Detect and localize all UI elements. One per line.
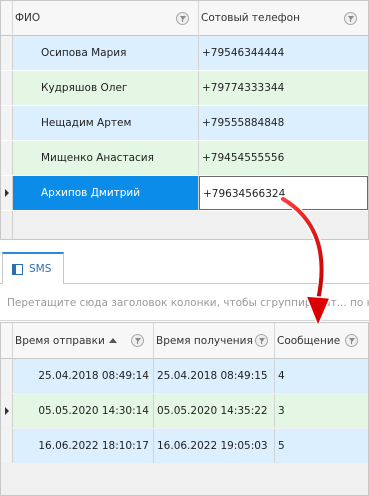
row-indicator[interactable]	[1, 71, 13, 105]
cell-message[interactable]: 3	[275, 394, 368, 428]
current-row-arrow-icon	[5, 407, 9, 415]
cell-fio[interactable]: Архипов Дмитрий	[13, 176, 199, 210]
current-row-arrow-icon	[5, 189, 9, 197]
table-row[interactable]: 25.04.2018 08:49:14 25.04.2018 08:49:15 …	[1, 359, 368, 393]
table-row[interactable]: Осипова Мария +79546344444	[1, 36, 368, 70]
column-header-label: Время отправки	[15, 335, 105, 347]
cell-phone-focused[interactable]: +79634566324	[199, 176, 368, 210]
filter-icon[interactable]	[176, 12, 189, 25]
row-indicator[interactable]	[1, 359, 13, 393]
cell-phone[interactable]: +79774333344	[199, 71, 368, 105]
cell-phone[interactable]: +79546344444	[199, 36, 368, 70]
row-indicator[interactable]	[1, 394, 13, 428]
grid-empty-area	[1, 211, 368, 239]
filter-icon[interactable]	[344, 12, 357, 25]
row-indicator[interactable]	[1, 141, 13, 175]
cell-message[interactable]: 5	[275, 429, 368, 463]
row-indicator[interactable]	[1, 106, 13, 140]
tab-label: SMS	[29, 263, 52, 275]
table-row[interactable]: Мищенко Анастасия +79454555556	[1, 141, 368, 175]
sms-grid-header: Время отправки Время получения Сообщение	[1, 323, 368, 359]
group-by-panel[interactable]: Перетащите сюда заголовок колонки, чтобы…	[0, 285, 369, 321]
column-header-label: ФИО	[15, 12, 41, 24]
column-header-phone[interactable]: Сотовый телефон	[199, 1, 368, 36]
cell-sent-time[interactable]: 05.05.2020 14:30:14	[13, 394, 154, 428]
table-row[interactable]: 05.05.2020 14:30:14 05.05.2020 14:35:22 …	[1, 394, 368, 428]
table-row[interactable]: Нещадим Артем +79555884848	[1, 106, 368, 140]
contacts-grid: ФИО Сотовый телефон Осипова Мария +79546…	[0, 0, 369, 240]
filter-icon[interactable]	[255, 334, 268, 347]
cell-phone[interactable]: +79454555556	[199, 141, 368, 175]
sms-grid: Время отправки Время получения Сообщение…	[0, 322, 369, 496]
table-row[interactable]: Кудряшов Олег +79774333344	[1, 71, 368, 105]
column-header-fio[interactable]: ФИО	[13, 1, 199, 36]
table-row[interactable]: 16.06.2022 18:10:17 16.06.2022 19:05:03 …	[1, 429, 368, 463]
column-header-message[interactable]: Сообщение	[275, 323, 368, 359]
header-indicator-cell	[1, 1, 13, 36]
table-row-selected[interactable]: Архипов Дмитрий +79634566324	[1, 176, 368, 210]
sort-ascending-icon	[109, 338, 117, 343]
cell-received-time[interactable]: 25.04.2018 08:49:15	[154, 359, 275, 393]
tab-sms[interactable]: SMS	[2, 252, 64, 284]
row-indicator	[1, 211, 13, 239]
column-header-sent-time[interactable]: Время отправки	[13, 323, 154, 359]
header-indicator-cell	[1, 323, 13, 359]
cell-fio[interactable]: Мищенко Анастасия	[13, 141, 199, 175]
group-panel-hint: Перетащите сюда заголовок колонки, чтобы…	[7, 297, 369, 309]
tab-strip: SMS	[0, 252, 369, 284]
column-header-label: Время получения	[156, 335, 253, 347]
cell-sent-time[interactable]: 16.06.2022 18:10:17	[13, 429, 154, 463]
cell-fio[interactable]: Осипова Мария	[13, 36, 199, 70]
row-indicator[interactable]	[1, 429, 13, 463]
contacts-grid-header: ФИО Сотовый телефон	[1, 1, 368, 36]
cell-received-time[interactable]: 05.05.2020 14:35:22	[154, 394, 275, 428]
cell-phone[interactable]: +79555884848	[199, 106, 368, 140]
cell-fio[interactable]: Нещадим Артем	[13, 106, 199, 140]
cell-sent-time[interactable]: 25.04.2018 08:49:14	[13, 359, 154, 393]
filter-icon[interactable]	[345, 334, 358, 347]
row-indicator[interactable]	[1, 36, 13, 70]
filter-icon[interactable]	[131, 334, 144, 347]
table-icon	[12, 264, 23, 275]
cell-received-time[interactable]: 16.06.2022 19:05:03	[154, 429, 275, 463]
cell-message[interactable]: 4	[275, 359, 368, 393]
column-header-label: Сообщение	[277, 335, 341, 347]
cell-fio[interactable]: Кудряшов Олег	[13, 71, 199, 105]
column-header-received-time[interactable]: Время получения	[154, 323, 275, 359]
column-header-label: Сотовый телефон	[201, 12, 300, 24]
row-indicator[interactable]	[1, 176, 13, 210]
